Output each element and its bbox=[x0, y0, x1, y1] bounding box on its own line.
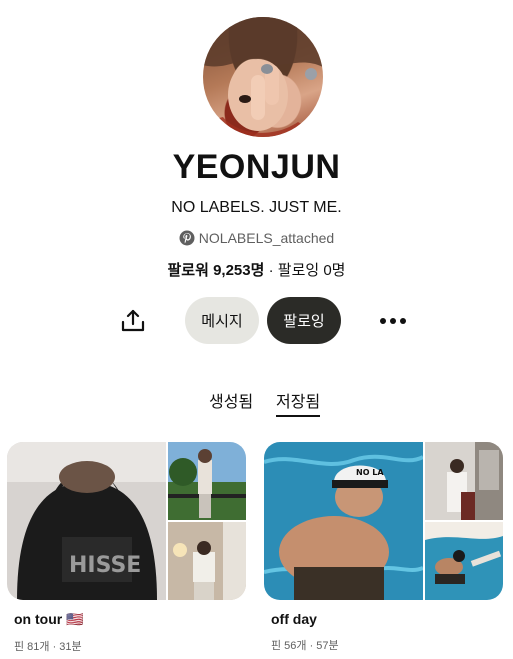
share-button[interactable] bbox=[117, 305, 149, 337]
profile-actions: 메시지 팔로잉 bbox=[0, 297, 513, 345]
tab-created[interactable]: 생성됨 bbox=[209, 388, 253, 412]
board-cover: NO LA bbox=[264, 442, 503, 600]
profile-bio: NO LABELS. JUST ME. bbox=[171, 199, 342, 216]
board-card[interactable]: HISSE on tour 🇺🇸 핀 81개 · 31분 bbox=[7, 442, 246, 654]
more-icon bbox=[380, 318, 406, 324]
message-button[interactable]: 메시지 bbox=[185, 297, 259, 344]
board-cover-image bbox=[168, 442, 246, 520]
stats-separator: · bbox=[264, 262, 278, 279]
followers-label: 팔로워 bbox=[167, 262, 209, 279]
more-options-button[interactable] bbox=[376, 307, 410, 335]
board-cover-image bbox=[425, 442, 503, 520]
follow-stats[interactable]: 팔로워 9,253명 · 팔로잉 0명 bbox=[0, 259, 513, 280]
followers-count: 9,253명 bbox=[213, 262, 265, 279]
board-meta: 핀 56개 · 57분 bbox=[271, 640, 339, 652]
pinterest-icon bbox=[179, 230, 195, 246]
board-cover-image: NO LA bbox=[264, 442, 423, 600]
board-cover: HISSE bbox=[7, 442, 246, 600]
board-title: off day bbox=[271, 611, 317, 627]
following-count: 팔로잉 0명 bbox=[277, 262, 346, 279]
share-icon bbox=[121, 309, 145, 332]
board-cover-image bbox=[425, 522, 503, 600]
board-title: on tour 🇺🇸 bbox=[14, 611, 84, 627]
handle-text: NOLABELS_attached bbox=[198, 230, 335, 246]
svg-text:NO LA: NO LA bbox=[356, 468, 384, 477]
profile-avatar[interactable] bbox=[203, 17, 323, 137]
svg-text:HISSE: HISSE bbox=[69, 553, 141, 578]
avatar-photo bbox=[203, 17, 323, 137]
profile-tabs: 생성됨 저장됨 bbox=[0, 388, 513, 417]
tab-saved[interactable]: 저장됨 bbox=[276, 388, 321, 417]
board-cover-image bbox=[168, 522, 246, 600]
board-card[interactable]: NO LA off day 핀 56개 · 57분 bbox=[264, 442, 503, 653]
following-button[interactable]: 팔로잉 bbox=[267, 297, 341, 344]
profile-handle[interactable]: NOLABELS_attached bbox=[0, 230, 513, 246]
board-meta: 핀 81개 · 31분 bbox=[14, 641, 82, 653]
profile-name: YEONJUN bbox=[172, 148, 341, 186]
board-cover-image: HISSE bbox=[7, 442, 166, 600]
